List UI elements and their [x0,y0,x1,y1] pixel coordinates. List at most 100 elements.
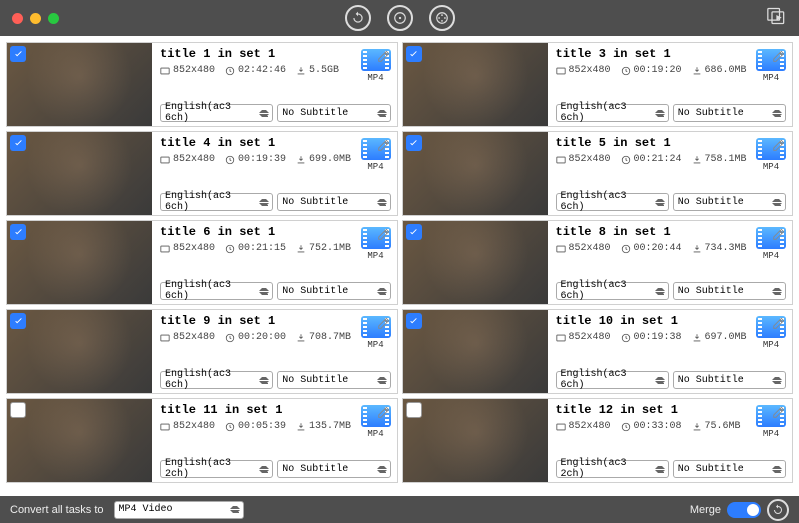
task-meta: 852x480 00:19:38 697.0MB [556,332,787,343]
thumbnail[interactable] [403,132,548,215]
maximize-button[interactable] [48,13,59,24]
audio-track-select[interactable]: English(ac3 2ch) [556,460,669,478]
task-title: title 1 in set 1 [160,47,391,61]
task-grid: title 1 in set 1 852x480 02:42:46 5.5GB … [0,36,799,496]
clock-icon [621,422,631,432]
download-icon [692,422,702,432]
edit-button[interactable] [377,49,391,67]
task-row: title 12 in set 1 852x480 00:33:08 75.6M… [402,398,794,483]
audio-track-select[interactable]: English(ac3 6ch) [160,371,273,389]
playlist-icon[interactable] [767,7,787,29]
task-row: title 11 in set 1 852x480 00:05:39 135.7… [6,398,398,483]
task-row: title 5 in set 1 852x480 00:21:24 758.1M… [402,131,794,216]
select-checkbox[interactable] [10,224,26,240]
task-row: title 4 in set 1 852x480 00:19:39 699.0M… [6,131,398,216]
download-icon [692,244,702,254]
clock-icon [621,66,631,76]
audio-track-select[interactable]: English(ac3 6ch) [160,193,273,211]
start-convert-button[interactable] [767,499,789,521]
audio-track-select[interactable]: English(ac3 6ch) [556,371,669,389]
select-checkbox[interactable] [10,402,26,418]
task-title: title 5 in set 1 [556,136,787,150]
select-checkbox[interactable] [10,46,26,62]
select-checkbox[interactable] [406,313,422,329]
thumbnail[interactable] [7,221,152,304]
merge-toggle[interactable] [727,502,761,518]
audio-track-select[interactable]: English(ac3 2ch) [160,460,273,478]
task-meta: 852x480 02:42:46 5.5GB [160,65,391,76]
resolution-icon [556,244,566,254]
task-meta: 852x480 00:19:20 686.0MB [556,65,787,76]
download-icon [692,66,702,76]
thumbnail[interactable] [7,399,152,482]
refresh-tab[interactable] [345,5,371,31]
task-row: title 9 in set 1 852x480 00:20:00 708.7M… [6,309,398,394]
thumbnail[interactable] [403,310,548,393]
clock-icon [621,244,631,254]
edit-button[interactable] [772,316,786,334]
edit-button[interactable] [772,138,786,156]
edit-button[interactable] [377,138,391,156]
subtitle-select[interactable]: No Subtitle [277,460,390,478]
audio-track-select[interactable]: English(ac3 6ch) [160,282,273,300]
task-meta: 852x480 00:20:00 708.7MB [160,332,391,343]
task-title: title 4 in set 1 [160,136,391,150]
audio-track-select[interactable]: English(ac3 6ch) [556,282,669,300]
subtitle-select[interactable]: No Subtitle [673,193,786,211]
clock-icon [225,333,235,343]
edit-button[interactable] [377,405,391,423]
subtitle-select[interactable]: No Subtitle [277,104,390,122]
audio-track-select[interactable]: English(ac3 6ch) [160,104,273,122]
output-format-select[interactable]: MP4 Video [114,501,244,519]
task-title: title 8 in set 1 [556,225,787,239]
task-title: title 3 in set 1 [556,47,787,61]
thumbnail[interactable] [403,221,548,304]
audio-track-select[interactable]: English(ac3 6ch) [556,104,669,122]
select-checkbox[interactable] [406,46,422,62]
clock-icon [225,422,235,432]
subtitle-select[interactable]: No Subtitle [673,371,786,389]
task-row: title 6 in set 1 852x480 00:21:15 752.1M… [6,220,398,305]
task-title: title 6 in set 1 [160,225,391,239]
thumbnail[interactable] [7,132,152,215]
thumbnail[interactable] [403,43,548,126]
select-checkbox[interactable] [406,224,422,240]
subtitle-select[interactable]: No Subtitle [277,282,390,300]
edit-button[interactable] [772,405,786,423]
subtitle-select[interactable]: No Subtitle [673,460,786,478]
task-meta: 852x480 00:21:24 758.1MB [556,154,787,165]
edit-button[interactable] [377,316,391,334]
select-checkbox[interactable] [406,135,422,151]
subtitle-select[interactable]: No Subtitle [673,282,786,300]
resolution-icon [556,66,566,76]
footer: Convert all tasks to MP4 Video Merge [0,496,799,523]
edit-button[interactable] [772,49,786,67]
window-controls [12,13,59,24]
close-button[interactable] [12,13,23,24]
task-row: title 10 in set 1 852x480 00:19:38 697.0… [402,309,794,394]
download-icon [296,333,306,343]
edit-button[interactable] [377,227,391,245]
thumbnail[interactable] [403,399,548,482]
subtitle-select[interactable]: No Subtitle [277,371,390,389]
subtitle-select[interactable]: No Subtitle [277,193,390,211]
movie-tab[interactable] [429,5,455,31]
edit-button[interactable] [772,227,786,245]
resolution-icon [160,333,170,343]
select-checkbox[interactable] [406,402,422,418]
select-checkbox[interactable] [10,313,26,329]
resolution-icon [160,66,170,76]
disc-tab[interactable] [387,5,413,31]
task-title: title 12 in set 1 [556,403,787,417]
resolution-icon [556,333,566,343]
subtitle-select[interactable]: No Subtitle [673,104,786,122]
select-checkbox[interactable] [10,135,26,151]
audio-track-select[interactable]: English(ac3 6ch) [556,193,669,211]
minimize-button[interactable] [30,13,41,24]
download-icon [296,244,306,254]
task-meta: 852x480 00:20:44 734.3MB [556,243,787,254]
download-icon [296,66,306,76]
thumbnail[interactable] [7,310,152,393]
resolution-icon [556,422,566,432]
thumbnail[interactable] [7,43,152,126]
